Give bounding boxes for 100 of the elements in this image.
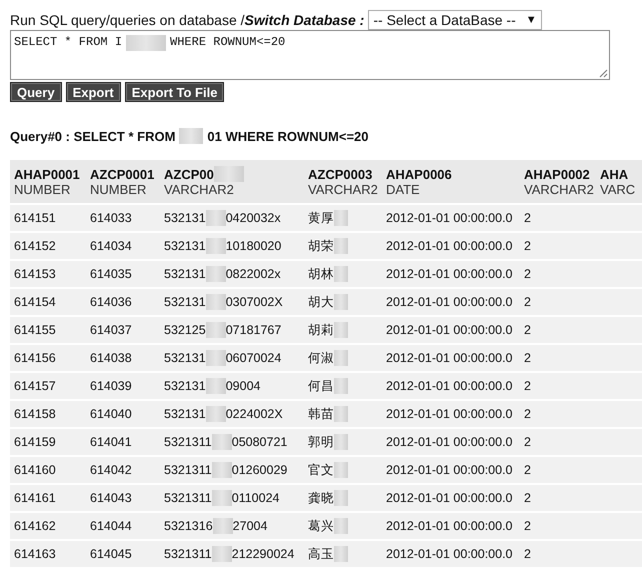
table-cell: 614163 (14, 547, 56, 561)
table-cell: 532131 (164, 379, 206, 393)
table-cell: 532131 (164, 211, 206, 225)
blur-patch (206, 322, 226, 338)
table-cell: 5321311 (164, 491, 212, 505)
table-cell: 2012-01-01 00:00:00.0 (386, 407, 512, 421)
switch-database-label: Switch Database : (244, 12, 364, 28)
blur-patch (334, 322, 348, 338)
table-cell: 614033 (90, 211, 132, 225)
table-cell: 5321311 (164, 463, 212, 477)
column-type: VARCHAR2 (164, 182, 235, 197)
blur-patch (212, 462, 232, 478)
table-cell: 614158 (14, 407, 56, 421)
blur-patch (334, 378, 348, 394)
table-cell: 614157 (14, 379, 56, 393)
column-name: AHAP0002 (524, 166, 590, 182)
table-cell: 07181767 (226, 323, 282, 337)
table-cell: 2 (524, 323, 531, 337)
table-cell: 614155 (14, 323, 56, 337)
table-cell: 2 (524, 407, 531, 421)
table-cell: 何昌 (308, 378, 334, 394)
blur-patch (334, 210, 348, 226)
database-select[interactable]: -- Select a DataBase -- ▼ (368, 10, 542, 30)
column-type: NUMBER (14, 182, 72, 196)
table-cell: 614038 (90, 351, 132, 365)
query-title: 01 WHERE ROWNUM<=20 (207, 128, 369, 144)
table-cell: 2 (524, 379, 531, 393)
table-cell: 2 (524, 295, 531, 309)
table-cell: 532131 (164, 295, 206, 309)
table-cell: 05080721 (232, 435, 288, 449)
blur-patch (334, 238, 348, 254)
blur-patch (179, 128, 204, 144)
blur-patch (212, 434, 232, 450)
column-name: AHA (600, 166, 628, 182)
column-type: VARCHAR2 (308, 182, 378, 196)
table-cell: 532131 (164, 267, 206, 281)
table-cell: 高玉 (308, 546, 334, 562)
table-cell: 0307002X (226, 295, 283, 309)
query-input-field[interactable]: SELECT * FROM I WHERE ROWNUM<=20 (10, 30, 610, 80)
table-cell: 614043 (90, 491, 132, 505)
table-cell: 0224002X (226, 407, 283, 421)
table-cell: 01260029 (232, 463, 288, 477)
table-cell: 532131 (164, 351, 206, 365)
blur-patch (206, 378, 226, 394)
action-button[interactable]: Query (10, 82, 62, 102)
table-cell: 2 (524, 435, 531, 449)
action-button[interactable]: Export To File (124, 82, 224, 102)
blur-patch (206, 266, 226, 282)
table-cell: 2012-01-01 00:00:00.0 (386, 491, 512, 505)
table-cell: 614035 (90, 267, 132, 281)
table-cell: 5321316 (164, 519, 213, 533)
table-cell: 2012-01-01 00:00:00.0 (386, 211, 512, 225)
blur-patch (126, 35, 166, 51)
table-cell: 212290024 (232, 547, 294, 561)
blur-patch (334, 294, 348, 310)
table-cell: 614154 (14, 295, 56, 309)
column-type: NUMBER (90, 182, 148, 196)
table-cell: 官文 (308, 462, 334, 478)
table-cell: 胡林 (308, 266, 334, 282)
table-cell: 葛兴 (308, 518, 334, 534)
table-cell: 胡大 (308, 294, 334, 310)
table-cell: 2012-01-01 00:00:00.0 (386, 435, 512, 449)
table-cell: 614153 (14, 267, 56, 281)
table-cell: 27004 (232, 519, 268, 533)
table-cell: 胡荣 (308, 238, 334, 254)
table-cell: 614045 (90, 547, 132, 561)
table-cell: 614161 (14, 491, 56, 505)
table-cell: 06070024 (226, 351, 282, 365)
table-cell: 614156 (14, 351, 56, 365)
table-cell: 614152 (14, 239, 56, 253)
table-cell: 532131 (164, 239, 206, 253)
blur-patch (206, 406, 226, 422)
table-cell: 韩苗 (308, 406, 334, 422)
blur-patch (334, 490, 348, 506)
table-cell: 0822002x (226, 267, 281, 281)
blur-patch (212, 546, 232, 562)
table-cell: 614037 (90, 323, 132, 337)
table-cell: 2012-01-01 00:00:00.0 (386, 519, 512, 533)
resize-grip-icon[interactable] (599, 69, 608, 78)
column-name: AZCP0001 (90, 166, 154, 182)
table-cell: 2 (524, 519, 531, 533)
table-cell: 5321311 (164, 435, 212, 449)
table-cell: 532131 (164, 407, 206, 421)
action-button[interactable]: Export (66, 82, 121, 102)
table-cell: 0110024 (232, 491, 280, 505)
blur-patch (206, 350, 226, 366)
table-cell: 2012-01-01 00:00:00.0 (386, 379, 512, 393)
table-cell: 614159 (14, 435, 56, 449)
column-name: AHAP0001 (14, 166, 80, 182)
table-cell: 2 (524, 239, 531, 253)
table-cell: 614041 (90, 435, 132, 449)
table-cell: 614036 (90, 295, 132, 309)
blur-patch (206, 210, 226, 226)
table-cell: 614162 (14, 519, 56, 533)
blur-patch (206, 294, 226, 310)
blur-patch (212, 518, 233, 534)
blur-patch (206, 238, 226, 254)
table-cell: 2012-01-01 00:00:00.0 (386, 351, 512, 365)
table-cell: 09004 (226, 379, 260, 393)
table-cell: 2 (524, 211, 531, 225)
